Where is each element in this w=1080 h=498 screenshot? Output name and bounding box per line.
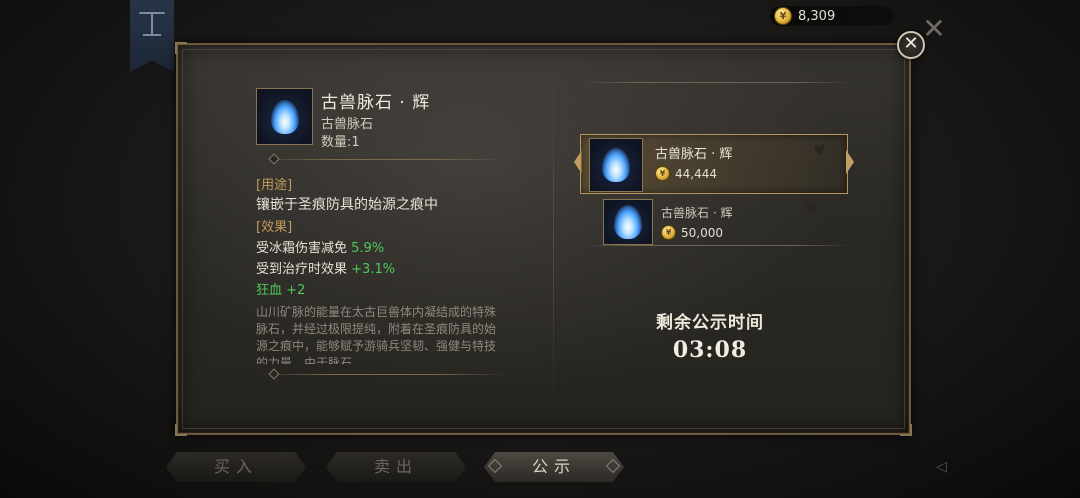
ornament-divider [258,159,508,160]
item-icon [256,88,313,145]
panel-divider [553,58,554,418]
favorite-heart-icon[interactable]: ♥ [805,201,818,217]
listing-item-icon [603,199,653,245]
favorite-heart-icon[interactable]: ♥ [813,143,826,159]
guild-banner [130,0,174,72]
close-button[interactable]: ✕ [897,31,925,59]
listing-name: 古兽脉石 · 辉 [661,206,733,220]
currency-amount: 8,309 [798,8,836,24]
ornament-divider [258,374,508,375]
listing-top-line [582,82,850,83]
tab-buy[interactable]: 买入 [166,452,306,482]
listing-row-selected[interactable]: 古兽脉石 · 辉 ¥ 44,444 ♥ [580,134,848,194]
blue-flame-icon [614,205,642,239]
usage-tag: [用途] [256,178,293,193]
back-arrow-icon[interactable]: ◁ [936,459,956,475]
listing-row[interactable]: 古兽脉石 · 辉 ¥ 50,000 ♥ [600,196,830,245]
item-lore[interactable]: 山川矿脉的能量在太古巨兽体内凝结成的特殊脉石，并经过极限提纯，附着在圣痕防具的始… [256,304,506,364]
effect-line: 受到治疗时效果 +3.1% [256,262,396,277]
timer-value: 03:08 [672,337,748,363]
item-type: 古兽脉石 [321,117,374,132]
effect-line: 狂血 +2 [256,283,306,298]
listing-price: ¥ 50,000 [661,225,723,240]
listing-price: ¥ 44,444 [655,166,717,181]
listing-name: 古兽脉石 · 辉 [655,147,733,162]
background-close-icon: ✕ [922,12,946,45]
item-name: 古兽脉石 · 辉 [321,93,431,113]
timer-label: 剩余公示时间 [656,313,764,333]
gold-coin-icon: ¥ [655,166,670,181]
selection-arrow-right-icon [846,150,854,174]
item-quantity: 数量:1 [321,135,360,150]
balance-scale-icon [139,12,165,38]
listing-item-icon [589,138,643,192]
tab-sell[interactable]: 卖出 [326,452,466,482]
usage-text: 镶嵌于圣痕防具的始源之痕中 [256,197,438,213]
gold-coin-icon: ¥ [774,7,792,25]
listing-bottom-line [582,245,850,246]
effect-line: 受冰霜伤害减免 5.9% [256,241,385,256]
effect-tag: [效果] [256,220,293,235]
blue-flame-icon [270,99,299,134]
gold-coin-icon: ¥ [661,225,676,240]
blue-flame-icon [602,148,630,182]
currency-display: ¥ 8,309 [770,6,894,26]
tab-public[interactable]: 公示 [484,452,624,482]
